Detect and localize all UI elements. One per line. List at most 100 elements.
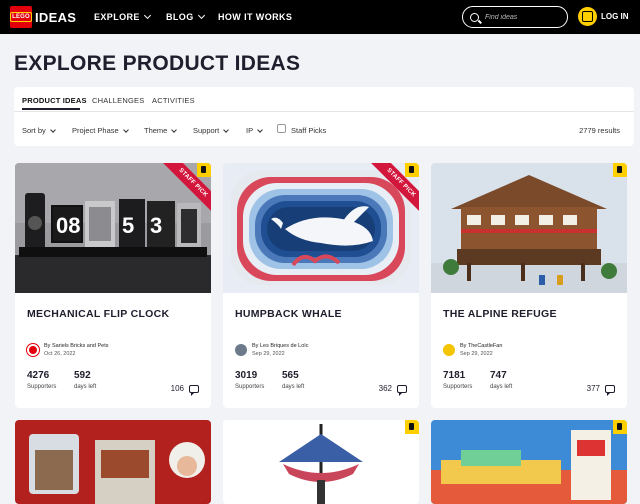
lego-logo[interactable]: LEGO <box>10 6 32 28</box>
idea-image[interactable] <box>431 420 627 504</box>
staff-picks-label[interactable]: Staff Picks <box>291 126 326 135</box>
tab-challenges[interactable]: CHALLENGES <box>92 96 144 105</box>
idea-title[interactable]: THE ALPINE REFUGE <box>443 308 557 320</box>
days-left-count: 747 <box>490 370 507 381</box>
nav-blog[interactable]: BLOG <box>166 11 205 22</box>
bookmark-icon[interactable] <box>197 163 211 177</box>
idea-card[interactable] <box>223 420 419 504</box>
idea-card[interactable]: THE ALPINE REFUGE By TheCastleFan Sep 29… <box>431 163 627 408</box>
days-left-count: 592 <box>74 370 91 381</box>
author-avatar[interactable] <box>235 344 247 356</box>
author-row[interactable]: By TheCastleFan Sep 29, 2022 <box>443 343 502 357</box>
active-tab-indicator <box>22 108 80 110</box>
comment-icon <box>605 384 615 396</box>
lego-logo-text: LEGO <box>10 12 32 22</box>
sort-by-dropdown[interactable]: Sort by <box>22 126 56 135</box>
search-input[interactable] <box>485 13 565 21</box>
supporters-count: 7181 <box>443 370 466 381</box>
theme-dropdown[interactable]: Theme <box>144 126 178 135</box>
alpine-refuge-image <box>431 163 627 293</box>
supporters-stat: 7181 Supporters <box>443 370 472 390</box>
idea-card[interactable]: 08 5 3 STAFF PICK MECHANICAL FLIP CLOCK … <box>15 163 211 408</box>
post-date: Sep 29, 2022 <box>252 351 285 357</box>
days-left-count: 565 <box>282 370 299 381</box>
comments-count: 106 <box>170 384 184 393</box>
nav-blog-label: BLOG <box>166 12 194 22</box>
idea-image[interactable] <box>15 420 211 504</box>
comment-icon <box>397 384 407 396</box>
days-left-stat: 592 days left <box>74 370 96 390</box>
search-box[interactable] <box>462 6 568 28</box>
idea-card[interactable]: STAFF PICK HUMPBACK WHALE By Les Briques… <box>223 163 419 408</box>
idea-title[interactable]: MECHANICAL FLIP CLOCK <box>27 308 169 320</box>
author-row[interactable]: By Les Briques de Loïc Sep 29, 2022 <box>235 343 309 357</box>
nav-explore[interactable]: EXPLORE <box>94 11 151 22</box>
comments-link[interactable]: 106 <box>170 384 199 396</box>
bookmark-icon[interactable] <box>405 163 419 177</box>
author-name[interactable]: By Sariels Bricks and Pets <box>44 343 109 349</box>
nav-how-it-works-label: HOW IT WORKS <box>218 12 293 22</box>
supporters-count: 3019 <box>235 370 258 381</box>
filter-label: Sort by <box>22 126 46 135</box>
chevron-down-icon <box>197 11 205 20</box>
idea-card[interactable] <box>431 420 627 504</box>
nav-explore-label: EXPLORE <box>94 12 140 22</box>
author-name[interactable]: By TheCastleFan <box>460 343 502 349</box>
ideas-brand[interactable]: IDEAS <box>35 10 76 25</box>
chevron-down-icon <box>171 126 178 133</box>
top-nav-bar: LEGO IDEAS EXPLORE BLOG HOW IT WORKS LOG… <box>0 0 640 34</box>
search-icon <box>470 12 479 22</box>
days-left-stat: 565 days left <box>282 370 304 390</box>
svg-text:5: 5 <box>122 213 134 238</box>
tab-product-ideas[interactable]: PRODUCT IDEAS <box>22 96 87 105</box>
idea-image[interactable]: STAFF PICK <box>223 163 419 293</box>
idea-card[interactable] <box>15 420 211 504</box>
staff-picks-checkbox[interactable] <box>277 124 286 133</box>
filter-label: IP <box>246 126 254 135</box>
supporters-label: Supporters <box>443 384 473 390</box>
project-phase-dropdown[interactable]: Project Phase <box>72 126 129 135</box>
bookmark-icon[interactable] <box>405 420 419 434</box>
post-date: Sep 29, 2022 <box>460 351 493 357</box>
user-icon[interactable] <box>578 7 597 26</box>
page-title: EXPLORE PRODUCT IDEAS <box>14 52 301 75</box>
comment-icon <box>189 384 199 396</box>
comments-count: 377 <box>586 384 600 393</box>
filter-label: Support <box>193 126 220 135</box>
days-left-label: days left <box>282 384 305 390</box>
comments-link[interactable]: 362 <box>378 384 407 396</box>
days-left-label: days left <box>490 384 513 390</box>
supporters-count: 4276 <box>27 370 50 381</box>
supporters-label: Supporters <box>235 384 265 390</box>
comments-count: 362 <box>378 384 392 393</box>
days-left-label: days left <box>74 384 97 390</box>
nav-how-it-works[interactable]: HOW IT WORKS <box>218 12 292 22</box>
supporters-label: Supporters <box>27 384 57 390</box>
svg-text:08: 08 <box>56 213 80 238</box>
filter-label: Theme <box>144 126 168 135</box>
days-left-stat: 747 days left <box>490 370 512 390</box>
ip-dropdown[interactable]: IP <box>246 126 263 135</box>
tabs-filter-panel: PRODUCT IDEAS CHALLENGES ACTIVITIES Sort… <box>14 87 634 146</box>
bookmark-icon[interactable] <box>613 163 627 177</box>
comments-link[interactable]: 377 <box>586 384 615 396</box>
tab-activities[interactable]: ACTIVITIES <box>152 96 195 105</box>
flip-clock-image: 08 5 3 <box>15 163 211 293</box>
supporters-stat: 3019 Supporters <box>235 370 264 390</box>
author-name[interactable]: By Les Briques de Loïc <box>252 343 309 349</box>
post-date: Oct 26, 2022 <box>44 351 76 357</box>
idea-image[interactable]: 08 5 3 STAFF PICK <box>15 163 211 293</box>
idea-image[interactable] <box>431 163 627 293</box>
author-row[interactable]: By Sariels Bricks and Pets Oct 26, 2022 <box>27 343 109 357</box>
chevron-down-icon <box>143 11 151 20</box>
author-avatar[interactable] <box>443 344 455 356</box>
login-button[interactable]: LOG IN <box>601 12 629 21</box>
idea-title[interactable]: HUMPBACK WHALE <box>235 308 342 320</box>
author-avatar[interactable] <box>27 344 39 356</box>
chevron-down-icon <box>257 126 263 133</box>
chevron-down-icon <box>122 126 129 133</box>
idea-image[interactable] <box>223 420 419 504</box>
bookmark-icon[interactable] <box>613 420 627 434</box>
support-dropdown[interactable]: Support <box>193 126 230 135</box>
chevron-down-icon <box>223 126 230 133</box>
